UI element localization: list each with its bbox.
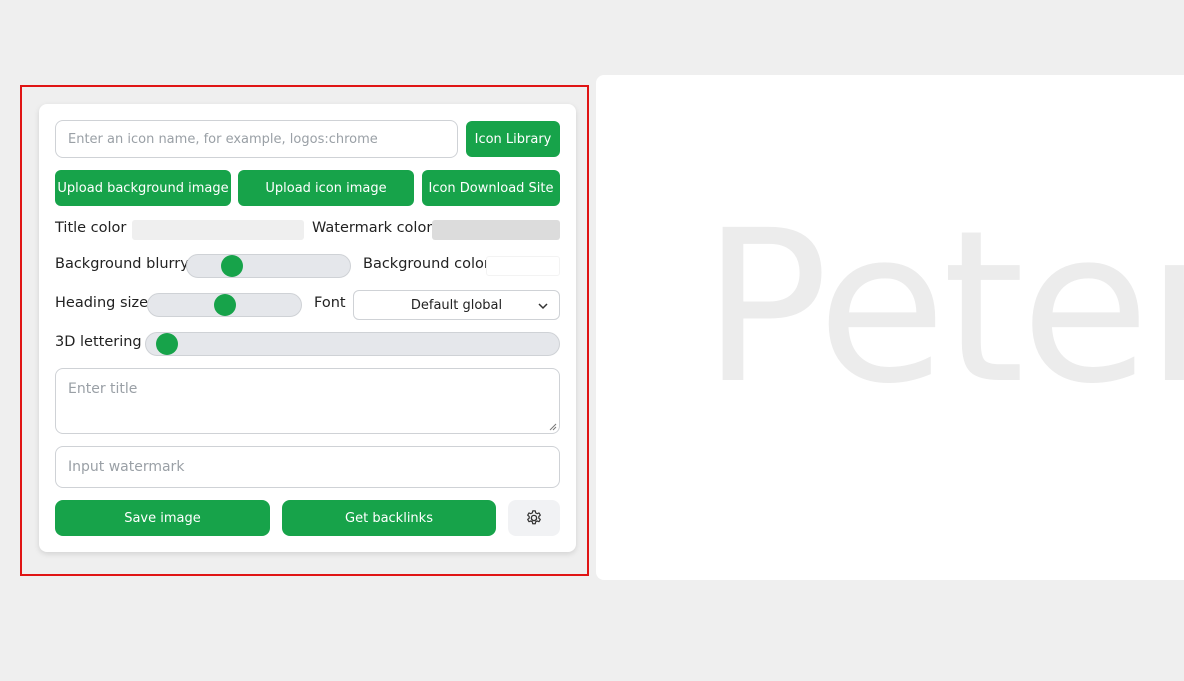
resize-handle-icon[interactable]	[549, 423, 557, 431]
icon-library-button[interactable]: Icon Library	[466, 121, 560, 157]
font-selected-value: Default global	[410, 297, 503, 313]
upload-icon-button[interactable]: Upload icon image	[238, 170, 414, 206]
save-image-button[interactable]: Save image	[55, 500, 270, 536]
slider-thumb[interactable]	[213, 294, 236, 316]
icon-name-input[interactable]: Enter an icon name, for example, logos:c…	[55, 120, 458, 158]
title-placeholder: Enter title	[68, 381, 138, 397]
icon-download-site-button[interactable]: Icon Download Site	[422, 170, 560, 206]
chevron-down-icon	[538, 303, 548, 310]
heading-size-slider[interactable]	[147, 293, 302, 317]
preview-title-text: Peter	[702, 185, 1184, 430]
preview-canvas: Peter	[596, 75, 1184, 580]
heading-size-label: Heading size	[55, 295, 149, 311]
lettering-3d-slider[interactable]	[145, 332, 560, 356]
get-backlinks-button[interactable]: Get backlinks	[282, 500, 496, 536]
slider-thumb[interactable]	[156, 333, 178, 355]
watermark-color-label: Watermark color	[312, 220, 433, 236]
gear-icon	[527, 510, 541, 525]
watermark-color-picker[interactable]	[432, 220, 560, 240]
background-color-picker[interactable]	[486, 256, 560, 276]
background-color-label: Background color	[363, 256, 490, 272]
watermark-input[interactable]: Input watermark	[55, 446, 560, 488]
settings-button[interactable]	[508, 500, 560, 536]
lettering-3d-label: 3D lettering	[55, 334, 142, 350]
background-blurry-slider[interactable]	[186, 254, 351, 278]
watermark-placeholder: Input watermark	[68, 459, 185, 475]
background-blurry-label: Background blurry	[55, 256, 189, 272]
icon-name-placeholder: Enter an icon name, for example, logos:c…	[68, 131, 378, 147]
font-select[interactable]: Default global	[353, 290, 560, 320]
title-color-picker[interactable]	[132, 220, 304, 240]
title-color-label: Title color	[55, 220, 127, 236]
title-textarea[interactable]: Enter title	[55, 368, 560, 434]
slider-thumb[interactable]	[221, 255, 244, 277]
font-label: Font	[314, 295, 346, 311]
upload-background-button[interactable]: Upload background image	[55, 170, 231, 206]
